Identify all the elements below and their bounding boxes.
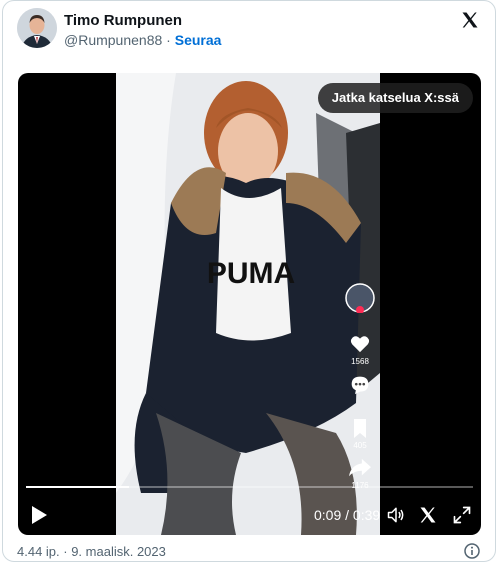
duration: 0:39 bbox=[352, 507, 381, 523]
continue-on-x-button[interactable]: Jatka katselua X:ssä bbox=[317, 83, 473, 113]
x-logo-icon[interactable] bbox=[460, 10, 480, 30]
play-icon[interactable] bbox=[30, 505, 48, 525]
time-separator: / bbox=[341, 507, 353, 523]
like-count: 1568 bbox=[351, 357, 369, 366]
progress-fill bbox=[26, 486, 129, 488]
share-icon bbox=[349, 458, 371, 477]
author-handle[interactable]: @Rumpunen88 bbox=[64, 32, 162, 48]
author-name[interactable]: Timo Rumpunen bbox=[64, 12, 182, 29]
tiktok-avatar bbox=[345, 283, 375, 313]
volume-icon[interactable] bbox=[386, 505, 406, 525]
video-frame: PUMA bbox=[116, 73, 380, 535]
time-display: 0:09 / 0:39 bbox=[314, 507, 380, 523]
bookmark-icon bbox=[354, 419, 366, 438]
info-icon[interactable] bbox=[464, 543, 480, 559]
tweet-timestamp[interactable]: 4.44 ip. · 9. maalisk. 2023 bbox=[17, 544, 166, 559]
author-handle-row: @Rumpunen88 · Seuraa bbox=[64, 32, 221, 48]
separator-dot: · bbox=[166, 32, 171, 48]
current-time: 0:09 bbox=[314, 507, 342, 523]
shirt-text: PUMA bbox=[207, 257, 295, 290]
x-logo-icon[interactable] bbox=[418, 505, 438, 525]
progress-bar[interactable] bbox=[26, 486, 473, 488]
follow-button[interactable]: Seuraa bbox=[175, 32, 222, 48]
video-player[interactable]: PUMA Jatka katselua X:ssä 1568 405 1176 … bbox=[18, 73, 481, 535]
comment-icon bbox=[351, 376, 369, 395]
fullscreen-icon[interactable] bbox=[452, 505, 472, 525]
avatar[interactable] bbox=[17, 8, 57, 48]
heart-icon bbox=[350, 336, 370, 353]
bookmark-count: 405 bbox=[353, 441, 367, 450]
